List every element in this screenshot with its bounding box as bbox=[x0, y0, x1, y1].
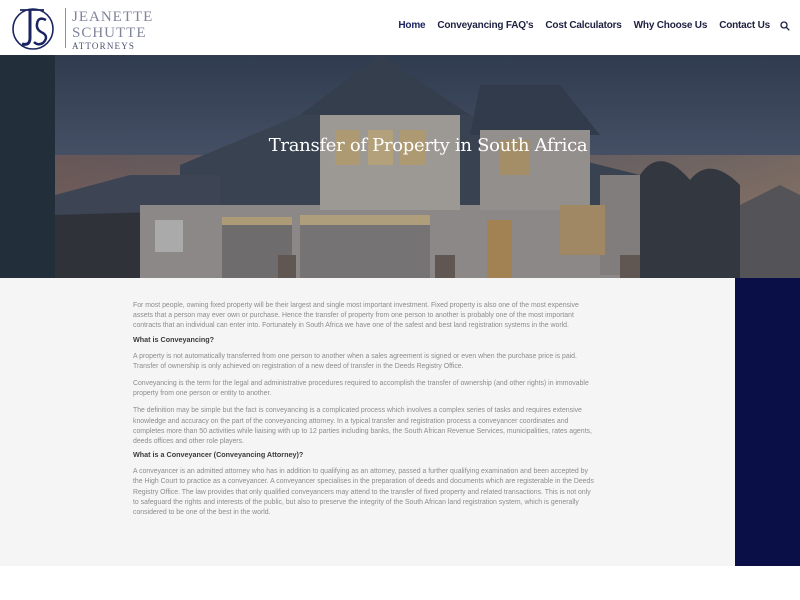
article-heading: What is Conveyancing? bbox=[133, 334, 215, 344]
navy-sidebar-panel bbox=[735, 278, 800, 566]
nav-item-home[interactable]: Home bbox=[398, 20, 425, 31]
article-paragraph: A property is not automatically transfer… bbox=[133, 352, 577, 370]
house-background-image bbox=[0, 55, 800, 278]
article-heading: What is a Conveyancer (Conveyancing Atto… bbox=[133, 450, 304, 460]
article-body: For most people, owning fixed property w… bbox=[133, 301, 598, 521]
site-logo[interactable]: JEANETTE SCHUTTE ATTORNEYS bbox=[10, 4, 153, 52]
nav-item-conveyancing-faqs[interactable]: Conveyancing FAQ's bbox=[437, 20, 533, 31]
nav-item-contact-us[interactable]: Contact Us bbox=[719, 20, 770, 31]
article-paragraph: Conveyancing is the term for the legal a… bbox=[133, 380, 589, 398]
article-paragraph: A conveyancer is an admitted attorney wh… bbox=[133, 468, 594, 517]
article-paragraph: The definition may be simple but the fac… bbox=[133, 407, 592, 446]
logo-line-3: ATTORNEYS bbox=[72, 41, 136, 51]
logo-line-2: SCHUTTE bbox=[72, 25, 147, 41]
article-paragraph: For most people, owning fixed property w… bbox=[133, 302, 579, 330]
nav-item-why-choose-us[interactable]: Why Choose Us bbox=[634, 20, 708, 31]
site-header: JEANETTE SCHUTTE ATTORNEYS Home Conveyan… bbox=[0, 0, 800, 55]
hero-title: Transfer of Property in South Africa bbox=[268, 135, 588, 156]
main-nav: Home Conveyancing FAQ's Cost Calculators… bbox=[386, 20, 790, 31]
hero-banner: Transfer of Property in South Africa bbox=[0, 55, 800, 278]
logo-text: JEANETTE SCHUTTE ATTORNEYS bbox=[72, 9, 153, 52]
nav-item-cost-calculators[interactable]: Cost Calculators bbox=[545, 20, 621, 31]
search-icon[interactable] bbox=[780, 20, 790, 31]
logo-line-1: JEANETTE bbox=[72, 9, 154, 25]
logo-monogram-icon bbox=[12, 8, 54, 50]
footer-spacer bbox=[0, 566, 800, 600]
logo-divider bbox=[65, 8, 66, 48]
